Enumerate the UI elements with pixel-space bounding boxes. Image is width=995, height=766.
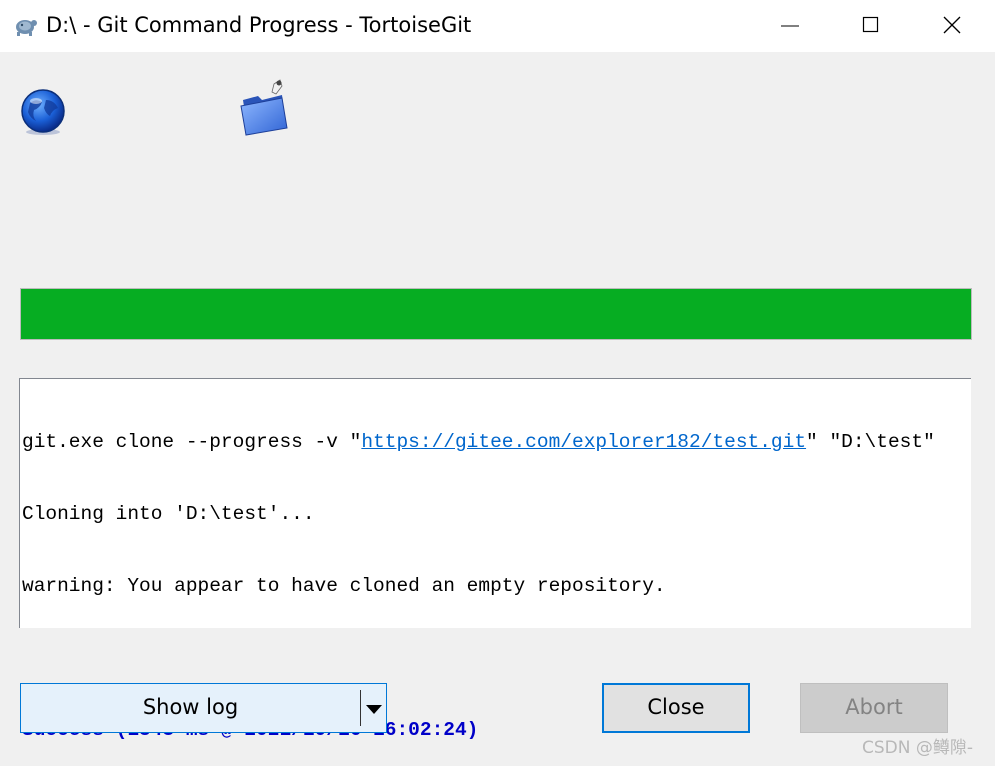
chevron-down-icon[interactable] xyxy=(365,704,383,716)
window-title: D:\ - Git Command Progress - TortoiseGit xyxy=(46,13,472,37)
log-line-command: git.exe clone --progress -v "https://git… xyxy=(22,430,971,454)
log-line-blank xyxy=(22,646,971,670)
progress-bar xyxy=(20,288,972,340)
minimize-button[interactable] xyxy=(764,0,818,52)
maximize-icon xyxy=(862,16,879,33)
split-separator xyxy=(360,690,361,726)
close-window-button[interactable] xyxy=(926,0,980,52)
command-prefix: git.exe clone --progress -v " xyxy=(22,431,362,453)
folder-icon xyxy=(240,79,288,136)
minimize-icon xyxy=(781,25,799,27)
close-icon xyxy=(943,16,961,34)
log-line: warning: You appear to have cloned an em… xyxy=(22,575,666,597)
maximize-button[interactable] xyxy=(845,0,899,52)
tortoisegit-icon xyxy=(16,20,37,36)
show-log-button[interactable]: Show log xyxy=(20,683,387,733)
repository-url-link[interactable]: https://gitee.com/explorer182/test.git xyxy=(361,431,806,453)
abort-button[interactable]: Abort xyxy=(800,683,948,733)
log-line: Cloning into 'D:\test'... xyxy=(22,503,315,525)
watermark: CSDN @鳟隙- xyxy=(862,738,974,758)
close-button[interactable]: Close xyxy=(602,683,750,733)
output-log[interactable]: git.exe clone --progress -v "https://git… xyxy=(19,378,971,741)
command-suffix: " "D:\test" xyxy=(806,431,935,453)
show-log-label: Show log xyxy=(142,695,239,719)
title-bar: D:\ - Git Command Progress - TortoiseGit xyxy=(0,0,995,52)
globe-icon xyxy=(21,89,65,135)
